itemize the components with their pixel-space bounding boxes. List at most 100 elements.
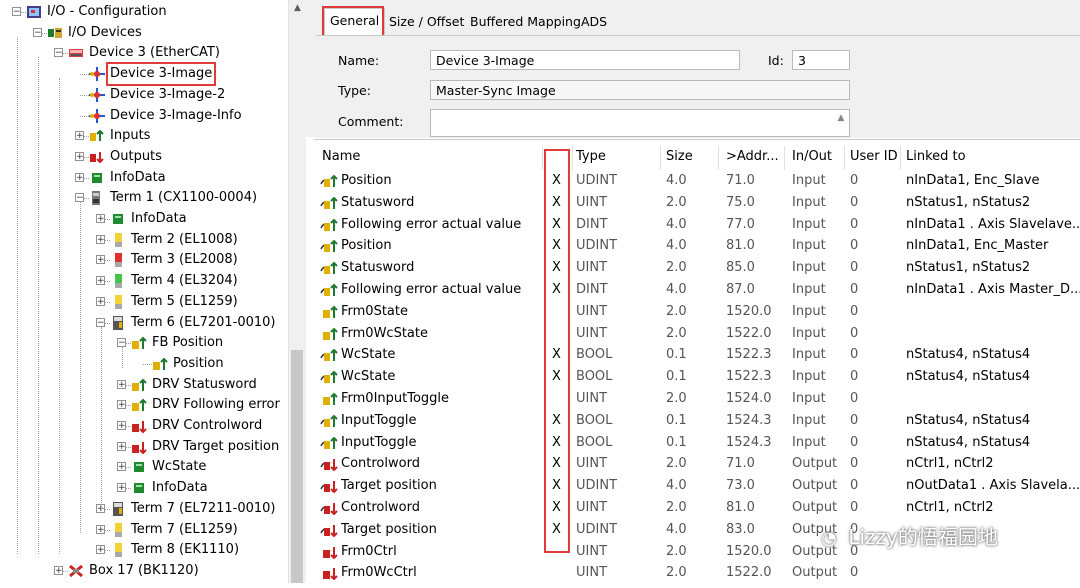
header-col-addr[interactable]: >Addr... bbox=[726, 140, 779, 174]
table-row[interactable]: InputToggle X BOOL 0.1 1524.3 Input 0 nStatus4,… bbox=[314, 432, 1080, 454]
tree-scrollbar[interactable]: ▲ bbox=[288, 0, 306, 583]
header-col-size[interactable]: Size bbox=[666, 140, 693, 174]
expand-icon[interactable]: + bbox=[96, 296, 105, 306]
table-row[interactable]: Controlword X UINT 2.0 81.0 Output 0 nCtrl1, nC… bbox=[314, 497, 1080, 519]
tree-item-i-o-devices[interactable]: − I/O Devices bbox=[0, 23, 288, 43]
header-col-linkedto[interactable]: Linked to bbox=[906, 140, 966, 174]
collapse-icon[interactable]: − bbox=[117, 338, 126, 348]
io-devices-icon bbox=[47, 26, 63, 40]
tree-item-term-2-el1008[interactable]: + Term 2 (EL1008) bbox=[0, 230, 288, 250]
expand-icon[interactable]: + bbox=[54, 565, 63, 575]
expand-icon[interactable]: + bbox=[75, 172, 84, 182]
expand-icon[interactable]: + bbox=[96, 234, 105, 244]
tree-item-outputs[interactable]: + Outputs bbox=[0, 147, 288, 167]
expand-icon[interactable]: + bbox=[117, 462, 126, 472]
table-row[interactable]: Target position X UDINT 4.0 73.0 Output 0 nOutD… bbox=[314, 475, 1080, 497]
tree-item-term-7-el1259[interactable]: + Term 7 (EL1259) bbox=[0, 520, 288, 540]
header-col-userid[interactable]: User ID bbox=[850, 140, 898, 174]
collapse-icon[interactable]: − bbox=[96, 317, 105, 327]
tab-ads[interactable]: ADS bbox=[576, 10, 612, 34]
tree-item-term-4-el3204[interactable]: + Term 4 (EL3204) bbox=[0, 271, 288, 291]
header-col-inout[interactable]: In/Out bbox=[792, 140, 832, 174]
tree-item-term-5-el1259[interactable]: + Term 5 (EL1259) bbox=[0, 292, 288, 312]
collapse-icon[interactable]: − bbox=[33, 27, 42, 37]
tree-item-infodata[interactable]: + InfoData bbox=[0, 168, 288, 188]
tree-item-fb-position[interactable]: − FB Position bbox=[0, 333, 288, 353]
collapse-icon[interactable]: − bbox=[54, 48, 63, 58]
tree-item-term-3-el2008[interactable]: + Term 3 (EL2008) bbox=[0, 250, 288, 270]
header-col-type[interactable]: Type bbox=[576, 140, 606, 174]
expand-icon[interactable]: + bbox=[117, 483, 126, 493]
column-separator[interactable] bbox=[572, 146, 573, 170]
table-row[interactable]: InputToggle X BOOL 0.1 1524.3 Input 0 nStatus4,… bbox=[314, 410, 1080, 432]
tab-size-offset[interactable]: Size / Offset bbox=[384, 10, 469, 34]
collapse-icon[interactable]: − bbox=[75, 193, 84, 203]
tree-item-term-1-cx1100-0004[interactable]: − Term 1 (CX1100-0004) bbox=[0, 188, 288, 208]
expand-icon[interactable]: + bbox=[117, 379, 126, 389]
table-row[interactable]: WcState X BOOL 0.1 1522.3 Input 0 nStatus4, nSt… bbox=[314, 366, 1080, 388]
name-field[interactable]: Device 3-Image bbox=[430, 50, 740, 70]
column-separator[interactable] bbox=[844, 146, 845, 170]
scroll-thumb[interactable] bbox=[291, 350, 303, 583]
tree-item-term-8-ek1110[interactable]: + Term 8 (EK1110) bbox=[0, 540, 288, 560]
tree-item-position[interactable]: Position bbox=[0, 354, 288, 374]
tree-item-term-7-el7211-0010[interactable]: + Term 7 (EL7211-0010) bbox=[0, 499, 288, 519]
expand-icon[interactable]: + bbox=[117, 400, 126, 410]
expand-icon[interactable]: + bbox=[75, 151, 84, 161]
tree-item-device-3-ethercat[interactable]: − Device 3 (EtherCAT) bbox=[0, 43, 288, 63]
id-field[interactable]: 3 bbox=[792, 50, 850, 70]
expand-icon[interactable]: + bbox=[96, 545, 105, 555]
tree-item-box-17-bk1120[interactable]: + Box 17 (BK1120) bbox=[0, 561, 288, 581]
tree-item-drv-statusword[interactable]: + DRV Statusword bbox=[0, 375, 288, 395]
comment-scroll-up-icon[interactable]: ▲ bbox=[834, 111, 848, 125]
column-separator[interactable] bbox=[542, 146, 543, 170]
column-separator[interactable] bbox=[900, 146, 901, 170]
table-row[interactable]: Position X UDINT 4.0 71.0 Input 0 nInData1, Enc… bbox=[314, 170, 1080, 192]
tree-item-infodata[interactable]: + InfoData bbox=[0, 478, 288, 498]
tree-item-drv-following-error[interactable]: + DRV Following error bbox=[0, 395, 288, 415]
io-config-icon bbox=[26, 5, 42, 19]
cell-addr: 73.0 bbox=[726, 478, 755, 494]
comment-field[interactable] bbox=[430, 109, 850, 137]
table-row[interactable]: Position X UDINT 4.0 81.0 Input 0 nInData1, Enc… bbox=[314, 235, 1080, 257]
expand-icon[interactable]: + bbox=[96, 276, 105, 286]
tree-item-device-3-image[interactable]: Device 3-Image bbox=[0, 62, 288, 87]
collapse-icon[interactable]: − bbox=[12, 7, 21, 17]
variables-grid: Name Type Size >Addr... In/Out User ID Linked … bbox=[314, 139, 1080, 584]
expand-icon[interactable]: + bbox=[96, 255, 105, 265]
column-separator[interactable] bbox=[660, 146, 661, 170]
tree-item-drv-target-position[interactable]: + DRV Target position bbox=[0, 437, 288, 457]
table-row[interactable]: Frm0State UINT 2.0 1520.0 Input 0 bbox=[314, 301, 1080, 323]
cell-addr: 85.0 bbox=[726, 260, 755, 276]
column-separator[interactable] bbox=[718, 146, 719, 170]
tab-buffered-mapping[interactable]: Buffered Mapping bbox=[465, 10, 586, 34]
expand-icon[interactable]: + bbox=[96, 214, 105, 224]
tree-item-device-3-image-info[interactable]: Device 3-Image-Info bbox=[0, 106, 288, 126]
table-row[interactable]: WcState X BOOL 0.1 1522.3 Input 0 nStatus4, nSt… bbox=[314, 344, 1080, 366]
tree-item-term-6-el7201-0010[interactable]: − Term 6 (EL7201-0010) bbox=[0, 313, 288, 333]
table-row[interactable]: Statusword X UINT 2.0 85.0 Input 0 nStatus1, nS… bbox=[314, 257, 1080, 279]
tree-item-wcstate[interactable]: + WcState bbox=[0, 457, 288, 477]
tree-item-i-o-configuration[interactable]: − I/O - Configuration bbox=[0, 2, 288, 22]
table-row[interactable]: Statusword X UINT 2.0 75.0 Input 0 nStatus1, nS… bbox=[314, 192, 1080, 214]
tree-item-drv-controlword[interactable]: + DRV Controlword bbox=[0, 416, 288, 436]
header-col-name[interactable]: Name bbox=[322, 140, 360, 174]
expand-icon[interactable]: + bbox=[117, 421, 126, 431]
table-row[interactable]: Frm0WcCtrl UINT 2.0 1522.0 Output 0 bbox=[314, 562, 1080, 584]
column-separator[interactable] bbox=[784, 146, 785, 170]
tree-item-infodata[interactable]: + InfoData bbox=[0, 209, 288, 229]
input-linked-icon bbox=[320, 436, 338, 450]
expand-icon[interactable]: + bbox=[117, 441, 126, 451]
table-row[interactable]: Frm0WcState UINT 2.0 1522.0 Input 0 bbox=[314, 323, 1080, 345]
scroll-up-arrow-icon[interactable]: ▲ bbox=[289, 0, 306, 17]
tree-item-device-3-image-2[interactable]: Device 3-Image-2 bbox=[0, 85, 288, 105]
table-row[interactable]: Controlword X UINT 2.0 71.0 Output 0 nCtrl1, nC… bbox=[314, 453, 1080, 475]
table-row[interactable]: Following error actual value X DINT 4.0 87.0… bbox=[314, 279, 1080, 301]
tree-guide-line bbox=[80, 202, 81, 534]
table-row[interactable]: Following error actual value X DINT 4.0 77.0… bbox=[314, 214, 1080, 236]
expand-icon[interactable]: + bbox=[75, 131, 84, 141]
table-row[interactable]: Frm0InputToggle UINT 2.0 1524.0 Input 0 bbox=[314, 388, 1080, 410]
tree-item-inputs[interactable]: + Inputs bbox=[0, 126, 288, 146]
expand-icon[interactable]: + bbox=[96, 524, 105, 534]
cell-linked: nStatus4, nStatus4 bbox=[906, 412, 1031, 428]
